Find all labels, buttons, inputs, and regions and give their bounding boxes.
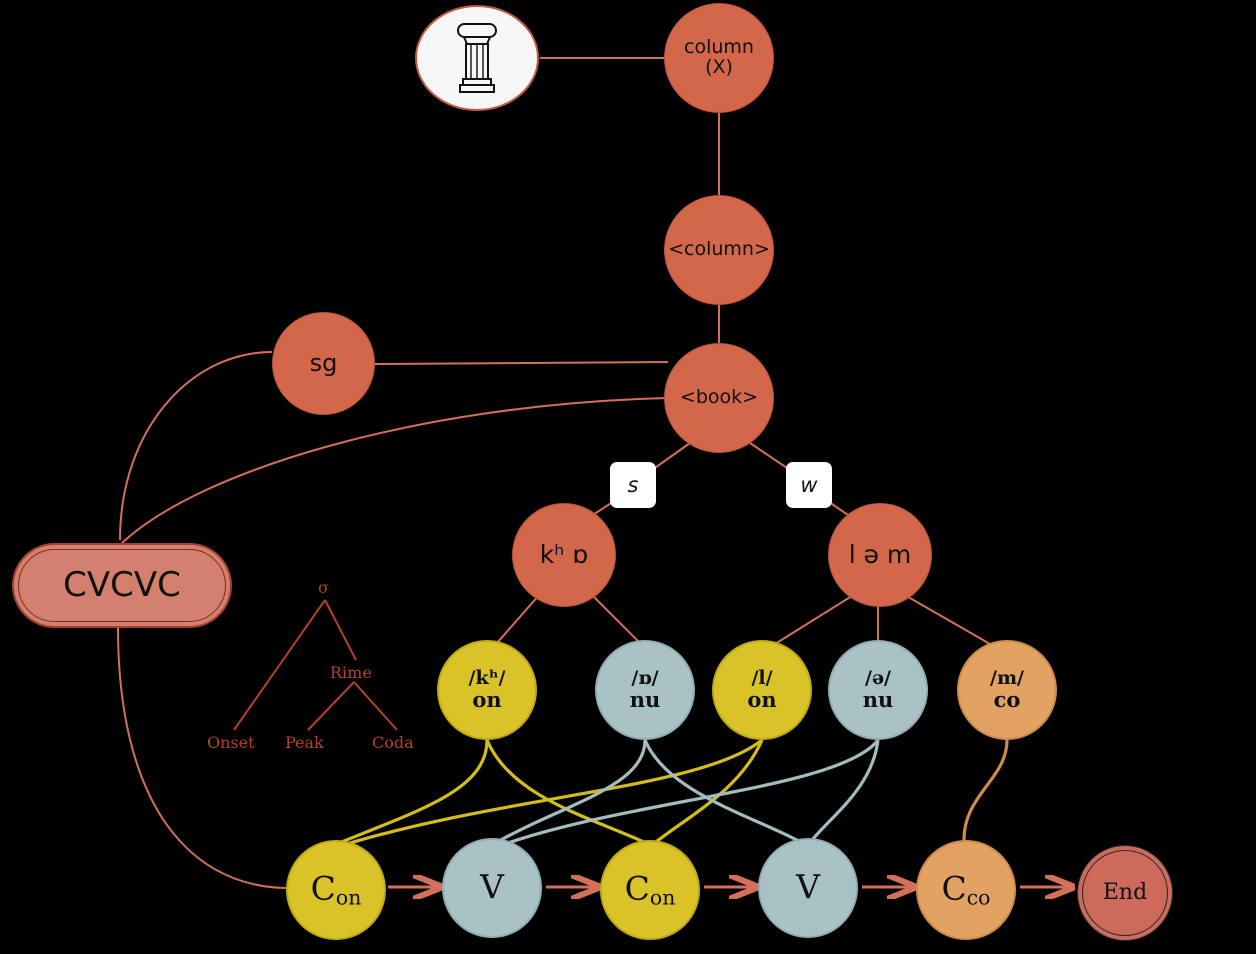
edge-frame-sg [119,351,273,541]
tree-label-coda: Coda [372,733,414,752]
node-wordform-book-label: <book> [679,386,759,409]
node-slot-c1-sub: on [335,885,362,910]
node-number-sg[interactable]: sg [272,312,375,415]
node-phoneme-rounded-o-role: nu [629,686,661,712]
node-phoneme-l-symbol: /l/ [751,667,773,689]
node-slot-v1-label: V [480,866,504,907]
link-ph-kh-slot-c1 [333,739,489,847]
node-frame-cvcvc[interactable]: CVCVC [12,543,232,628]
node-slot-c3[interactable]: Cco [916,840,1016,940]
node-syllable-strong[interactable]: kʰ ɒ [512,503,616,607]
node-phoneme-l[interactable]: /l/ on [712,640,812,740]
edge-syl2-ph-l [774,593,856,645]
tree-label-onset: Onset [207,733,255,752]
edge-syl2-ph-m [902,593,991,645]
tree-edge-sigma-rime [324,599,357,661]
tree-edge-rime-peak [307,681,355,731]
node-phoneme-rounded-o-labels: /ɒ/ nu [629,667,661,712]
link-ph-l-slot-c2 [651,739,764,847]
column-icon-bubble[interactable] [415,5,539,111]
edge-label-strong-text: s [627,473,639,497]
link-ph-schwa-slot-v1 [493,739,880,850]
tree-label-rime: Rime [330,663,372,682]
node-slot-c1-base: C [310,868,336,908]
node-phoneme-kh-symbol: /kʰ/ [468,667,506,689]
diagram-canvas: column (X) <column> sg <book> CVCVC s w … [0,0,1256,954]
link-ph-m-slot-c3 [962,739,1009,844]
node-slot-c1[interactable]: Con [286,840,386,940]
node-phoneme-schwa-labels: /ə/ nu [862,667,894,712]
node-phoneme-m-role: co [993,686,1021,712]
node-column-x-labels: column (X) [684,36,754,78]
link-ph-o-slot-v1 [491,739,647,847]
node-slot-c3-base: C [941,868,967,908]
syllable-tree-edges [233,599,398,731]
greek-column-icon [457,23,497,93]
node-phoneme-kh-role: on [472,686,502,712]
edge-label-weak: w [786,462,832,508]
node-slot-v1-base: V [480,866,504,906]
node-lemma-column-label: <column> [668,238,770,261]
edge-book-strong-a [651,442,691,471]
tree-edge-sigma-onset [233,599,326,731]
link-ph-kh-slot-c2 [485,739,651,847]
coda-links [962,739,1009,844]
edge-label-strong: s [610,462,656,508]
node-phoneme-l-role: on [747,686,777,712]
node-column-x-line2: (X) [705,56,733,78]
node-slot-c3-label: Cco [941,868,991,910]
node-phoneme-rounded-o-symbol: /ɒ/ [631,667,659,689]
node-end-state-label: End [1102,880,1148,906]
node-phoneme-l-labels: /l/ on [747,667,777,712]
node-phoneme-rounded-o[interactable]: /ɒ/ nu [595,640,695,740]
onset-links [333,738,764,850]
node-phoneme-schwa-symbol: /ə/ [865,667,891,689]
node-frame-cvcvc-label: CVCVC [63,564,181,605]
node-column-x-line1: column [684,36,754,59]
edge-book-weak-a [749,442,791,471]
edge-sg-book [374,361,669,365]
node-syllable-weak[interactable]: l ə m [828,503,932,607]
node-phoneme-schwa-role: nu [862,686,894,712]
concept-edges [117,57,991,889]
edge-label-weak-text: w [800,473,818,497]
node-slot-c2-base: C [624,868,650,908]
edge-frame-slot-c1 [117,627,287,889]
node-syllable-weak-label: l ə m [848,539,912,569]
edge-syl1-ph-kh [496,593,541,644]
node-wordform-book[interactable]: <book> [664,343,774,453]
node-phoneme-kh-labels: /kʰ/ on [468,667,506,712]
node-phoneme-m[interactable]: /m/ co [957,640,1057,740]
node-slot-v1[interactable]: V [442,838,542,938]
node-slot-c3-sub: co [966,885,991,910]
node-slot-v2-label: V [796,866,820,907]
node-end-state[interactable]: End [1077,845,1173,941]
node-slot-c1-label: Con [310,868,362,910]
tree-edge-rime-coda [353,681,398,731]
tree-label-peak: Peak [285,733,324,752]
node-slot-c2-sub: on [649,885,676,910]
node-phoneme-kh[interactable]: /kʰ/ on [437,640,537,740]
link-ph-schwa-slot-v2 [806,739,880,846]
node-phoneme-schwa[interactable]: /ə/ nu [828,640,928,740]
node-slot-c2-label: Con [624,868,676,910]
node-phoneme-m-labels: /m/ co [990,667,1024,712]
edge-syl1-ph-o [591,594,641,644]
node-phoneme-m-symbol: /m/ [990,667,1024,689]
node-slot-v2-base: V [796,866,820,906]
tree-label-sigma: σ [318,578,329,597]
node-column-x[interactable]: column (X) [664,3,774,113]
link-ph-o-slot-v2 [643,739,807,847]
node-slot-c2[interactable]: Con [600,840,700,940]
link-ph-l-slot-c1 [333,738,764,850]
node-syllable-strong-label: kʰ ɒ [539,539,589,569]
node-slot-v2[interactable]: V [758,838,858,938]
nucleus-links [491,739,880,850]
node-number-sg-label: sg [309,348,338,377]
node-lemma-column[interactable]: <column> [664,195,774,305]
